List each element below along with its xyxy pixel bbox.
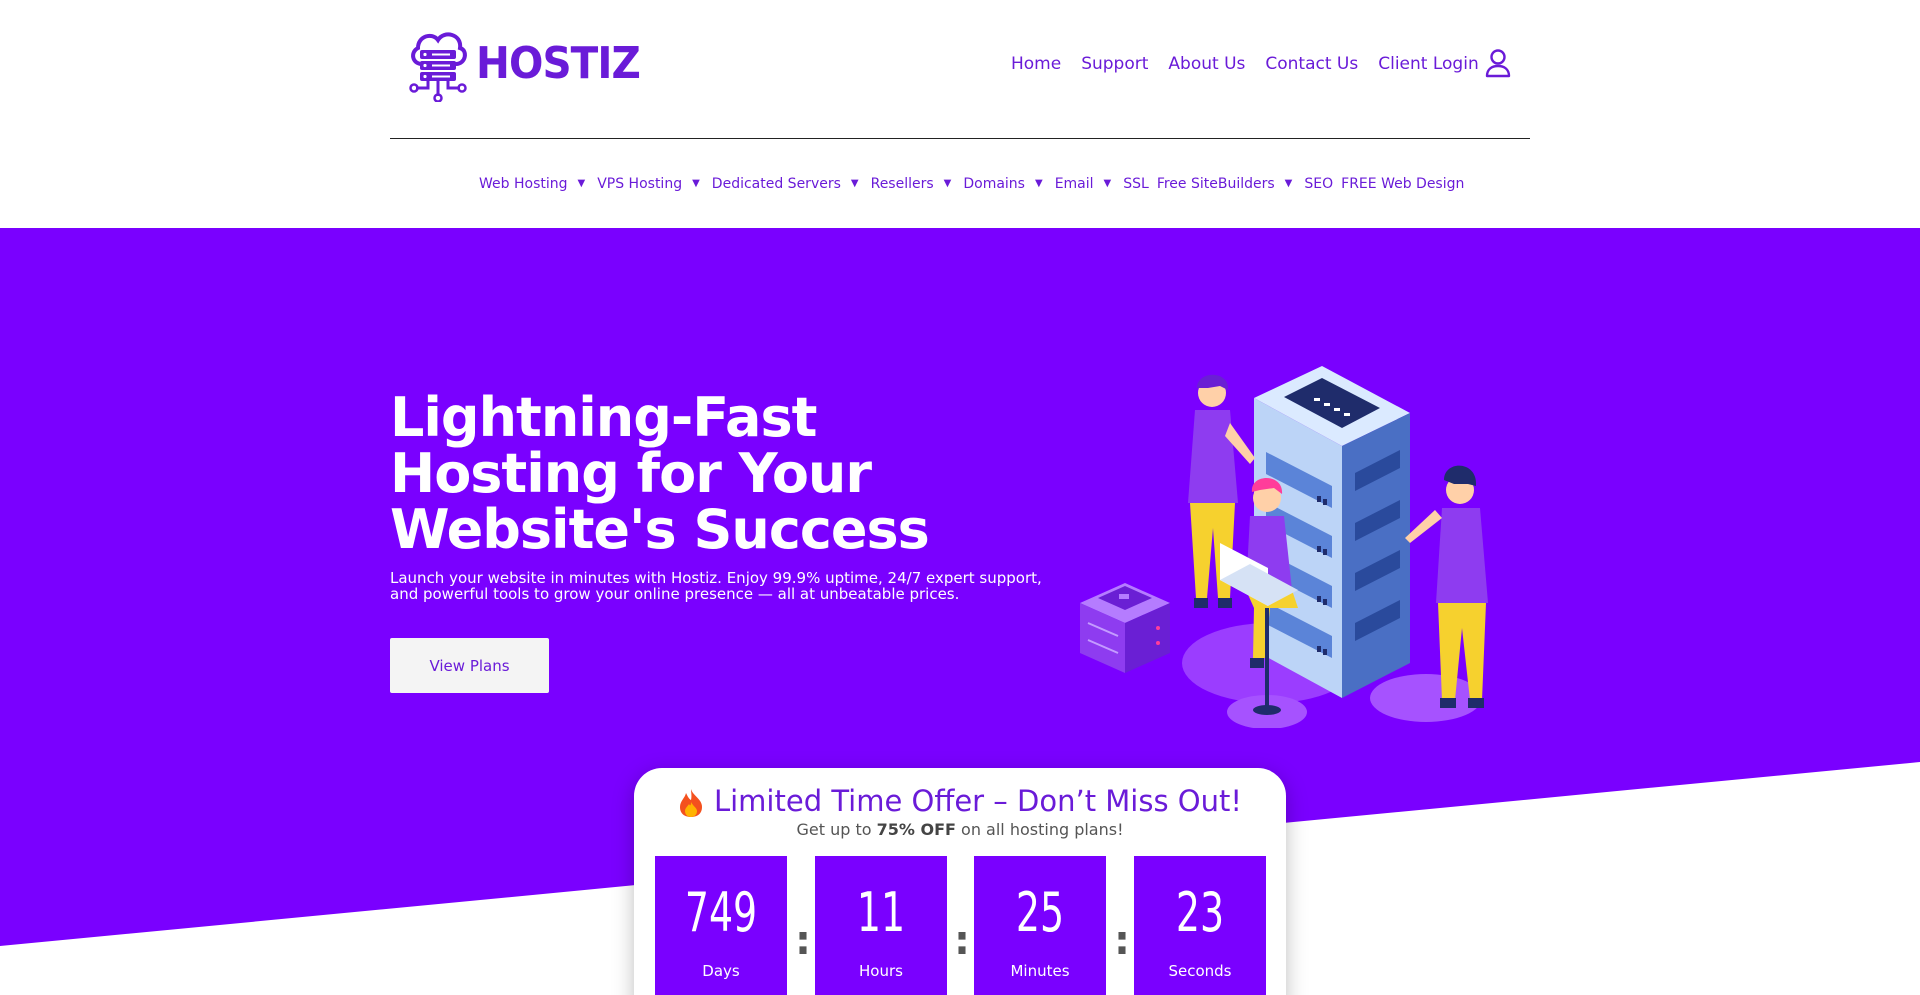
chevron-down-icon: ▼ bbox=[692, 177, 700, 189]
site-header: HOSTIZ Home Support About Us Contact Us … bbox=[0, 0, 1920, 228]
nav-support[interactable]: Support bbox=[1081, 54, 1148, 74]
countdown-days: 749 Days bbox=[655, 856, 787, 995]
countdown-label: Hours bbox=[859, 962, 903, 980]
countdown-label: Minutes bbox=[1010, 962, 1070, 980]
subnav-label: Resellers bbox=[870, 176, 934, 192]
product-navigation: Web Hosting ▼ VPS Hosting ▼ Dedicated Serv… bbox=[479, 176, 1472, 192]
countdown-label: Days bbox=[702, 962, 740, 980]
view-plans-button[interactable]: View Plans bbox=[390, 638, 549, 693]
offer-subtitle: Get up to 75% OFF on all hosting plans! bbox=[634, 820, 1286, 839]
limited-offer-card: Limited Time Offer – Don’t Miss Out! Get… bbox=[634, 768, 1286, 995]
countdown-value: 25 bbox=[1015, 881, 1065, 944]
subnav-label: FREE Web Design bbox=[1341, 176, 1465, 192]
countdown-hours: 11 Hours bbox=[815, 856, 947, 995]
nav-client-login[interactable]: Client Login bbox=[1378, 54, 1478, 74]
countdown-separator: : bbox=[1114, 918, 1130, 964]
countdown-value: 11 bbox=[856, 881, 906, 944]
chevron-down-icon: ▼ bbox=[1103, 177, 1112, 189]
subnav-ssl[interactable]: SSL bbox=[1123, 176, 1149, 192]
subnav-label: Free SiteBuilders bbox=[1156, 176, 1275, 192]
subnav-label: Dedicated Servers bbox=[711, 176, 841, 192]
header-divider bbox=[390, 138, 1530, 139]
nav-about-us[interactable]: About Us bbox=[1168, 54, 1245, 74]
subnav-label: Domains bbox=[963, 176, 1025, 192]
countdown-minutes: 25 Minutes bbox=[974, 856, 1106, 995]
offer-discount: 75% OFF bbox=[876, 820, 956, 839]
subnav-label: VPS Hosting bbox=[597, 176, 683, 192]
fire-icon bbox=[679, 789, 702, 817]
subnav-email[interactable]: Email ▼ bbox=[1055, 176, 1116, 192]
countdown-label: Seconds bbox=[1168, 962, 1232, 980]
offer-title: Limited Time Offer – Don’t Miss Out! bbox=[634, 784, 1286, 818]
chevron-down-icon: ▼ bbox=[1034, 177, 1043, 189]
offer-subtitle-prefix: Get up to bbox=[796, 820, 877, 839]
countdown-separator: : bbox=[954, 918, 970, 964]
subnav-free-sitebuilders[interactable]: Free SiteBuilders ▼ bbox=[1157, 176, 1297, 192]
countdown-separator: : bbox=[795, 918, 811, 964]
subnav-free-web-design[interactable]: FREE Web Design bbox=[1341, 176, 1464, 192]
nav-home[interactable]: Home bbox=[1011, 54, 1061, 74]
subnav-label: Web Hosting bbox=[479, 176, 568, 192]
hero-description: Launch your website in minutes with Host… bbox=[390, 569, 1042, 603]
top-navigation: Home Support About Us Contact Us Client … bbox=[1011, 54, 1479, 74]
subnav-domains[interactable]: Domains ▼ bbox=[963, 176, 1046, 192]
logo[interactable]: HOSTIZ bbox=[408, 26, 654, 102]
cloud-server-logo-icon bbox=[409, 32, 467, 102]
subnav-dedicated-servers[interactable]: Dedicated Servers ▼ bbox=[712, 176, 863, 192]
subnav-vps-hosting[interactable]: VPS Hosting ▼ bbox=[597, 176, 704, 192]
server-team-illustration bbox=[1080, 366, 1488, 728]
hero-title: Lightning-Fast Hosting for Your Website'… bbox=[390, 386, 930, 561]
countdown-value: 23 bbox=[1175, 881, 1225, 944]
subnav-label: SEO bbox=[1304, 176, 1334, 192]
chevron-down-icon: ▼ bbox=[577, 177, 586, 189]
subnav-label: Email bbox=[1054, 176, 1094, 192]
countdown-value: 749 bbox=[684, 881, 758, 944]
offer-subtitle-suffix: on all hosting plans! bbox=[955, 820, 1124, 839]
chevron-down-icon: ▼ bbox=[943, 177, 952, 189]
logo-text: HOSTIZ bbox=[476, 38, 641, 89]
user-icon[interactable] bbox=[1484, 48, 1512, 78]
subnav-resellers[interactable]: Resellers ▼ bbox=[871, 176, 956, 192]
nav-contact-us[interactable]: Contact Us bbox=[1265, 54, 1358, 74]
chevron-down-icon: ▼ bbox=[1284, 177, 1293, 189]
chevron-down-icon: ▼ bbox=[850, 177, 859, 189]
subnav-label: SSL bbox=[1123, 176, 1149, 192]
offer-title-text: Limited Time Offer – Don’t Miss Out! bbox=[713, 784, 1243, 818]
subnav-web-hosting[interactable]: Web Hosting ▼ bbox=[479, 176, 589, 192]
subnav-seo[interactable]: SEO bbox=[1304, 176, 1333, 192]
countdown-seconds: 23 Seconds bbox=[1134, 856, 1266, 995]
